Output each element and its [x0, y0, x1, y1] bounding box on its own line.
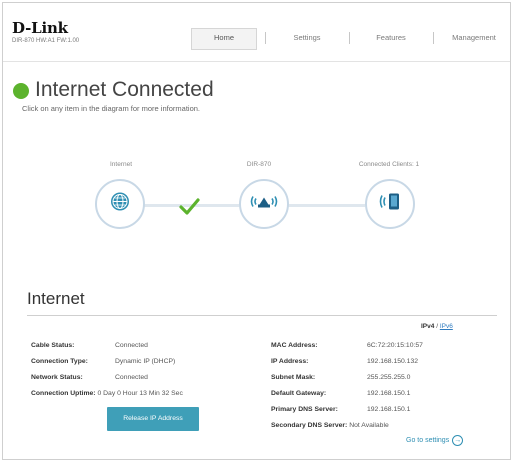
router-node[interactable]	[239, 179, 289, 229]
internet-node-label: Internet	[109, 161, 133, 168]
primary-dns-row: Primary DNS Server: 192.168.150.1	[271, 406, 410, 413]
nav-settings[interactable]: Settings	[275, 28, 339, 48]
connection-type-label: Connection Type:	[31, 358, 88, 365]
connection-type-value: Dynamic IP (DHCP)	[115, 358, 176, 365]
default-gateway-row: Default Gateway: 192.168.150.1	[271, 390, 410, 397]
clients-node-label: Connected Clients: 1	[358, 161, 420, 168]
connection-uptime-value: 0 Day 0 Hour 13 Min 32 Sec	[97, 390, 183, 397]
release-ip-button[interactable]: Release IP Address	[107, 407, 199, 431]
arrow-right-icon: →	[452, 435, 464, 446]
secondary-dns-label: Secondary DNS Server:	[271, 422, 348, 429]
nav-home[interactable]: Home	[191, 28, 257, 50]
router-admin-page: D-Link DIR-870 HW:A1 FW:1.00 Home Settin…	[2, 2, 511, 460]
go-to-settings-label: Go to settings	[406, 437, 450, 444]
ip-version-switch: IPv4 / IPv6	[421, 323, 453, 330]
router-clients-link-line	[285, 204, 365, 207]
network-status-row: Network Status: Connected	[31, 374, 148, 381]
checkmark-icon	[179, 198, 200, 215]
secondary-dns-value: Not Available	[349, 422, 389, 429]
header-bar: D-Link DIR-870 HW:A1 FW:1.00 Home Settin…	[3, 3, 510, 62]
primary-dns-value: 192.168.150.1	[367, 406, 411, 413]
default-gateway-value: 192.168.150.1	[367, 390, 411, 397]
network-status-label: Network Status:	[31, 374, 83, 381]
clients-node[interactable]	[365, 179, 415, 229]
ip-address-value: 192.168.150.132	[367, 358, 419, 365]
page-subtitle: Click on any item in the diagram for mor…	[22, 104, 200, 113]
ipv4-tab[interactable]: IPv4	[421, 323, 434, 330]
mac-address-row: MAC Address: 6C:72:20:15:10:57	[271, 342, 423, 349]
ip-address-row: IP Address: 192.168.150.132	[271, 358, 418, 365]
nav-separator	[265, 32, 266, 44]
primary-dns-label: Primary DNS Server:	[271, 406, 338, 413]
connection-uptime-label: Connection Uptime:	[31, 390, 96, 397]
go-to-settings-link[interactable]: Go to settings →	[406, 435, 464, 446]
default-gateway-label: Default Gateway:	[271, 390, 327, 397]
network-status-value: Connected	[115, 374, 148, 381]
ip-version-separator: /	[436, 323, 438, 330]
connection-type-row: Connection Type: Dynamic IP (DHCP)	[31, 358, 175, 365]
globe-icon	[109, 191, 131, 218]
mac-address-value: 6C:72:20:15:10:57	[367, 342, 423, 349]
nav-features[interactable]: Features	[359, 28, 423, 48]
ip-address-label: IP Address:	[271, 358, 309, 365]
dlink-logo[interactable]: D-Link	[12, 19, 68, 37]
section-divider	[27, 315, 497, 316]
subnet-mask-row: Subnet Mask: 255.255.255.0	[271, 374, 410, 381]
subnet-mask-label: Subnet Mask:	[271, 374, 316, 381]
router-icon	[249, 193, 279, 216]
nav-separator	[433, 32, 434, 44]
internet-node[interactable]	[95, 179, 145, 229]
cable-status-label: Cable Status:	[31, 342, 75, 349]
cable-status-value: Connected	[115, 342, 148, 349]
main-nav: Home Settings Features Management	[191, 28, 500, 50]
wireless-device-icon	[377, 191, 403, 218]
ipv6-tab[interactable]: IPv6	[440, 323, 453, 330]
page-title: Internet Connected	[35, 78, 214, 101]
cable-status-row: Cable Status: Connected	[31, 342, 148, 349]
subnet-mask-value: 255.255.255.0	[367, 374, 411, 381]
model-firmware-label: DIR-870 HW:A1 FW:1.00	[12, 38, 80, 44]
nav-management[interactable]: Management	[443, 28, 505, 48]
internet-section-title: Internet	[27, 289, 85, 308]
mac-address-label: MAC Address:	[271, 342, 318, 349]
nav-separator	[349, 32, 350, 44]
status-indicator-dot	[13, 83, 29, 99]
router-node-label: DIR-870	[246, 161, 272, 168]
secondary-dns-row: Secondary DNS Server: Not Available	[271, 422, 389, 429]
connection-uptime-row: Connection Uptime: 0 Day 0 Hour 13 Min 3…	[31, 390, 183, 397]
